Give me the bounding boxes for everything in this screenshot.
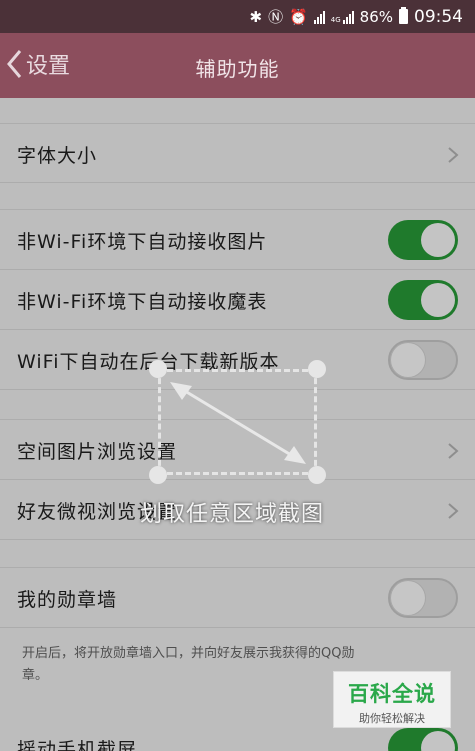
setting-row-font-size[interactable]: 字体大小 (0, 124, 475, 183)
status-bar: ✱ Ⓝ ⏰ 4G 86% 09:54 (0, 0, 475, 33)
section-gap (0, 540, 475, 568)
auto-update-toggle[interactable] (388, 340, 458, 380)
section-gap (0, 98, 475, 124)
screenshot-hint: 划取任意区域截图 (140, 502, 325, 527)
auto-image-toggle[interactable] (388, 220, 458, 260)
chevron-right-icon (448, 147, 459, 163)
medal-wall-toggle[interactable] (388, 578, 458, 618)
page-title: 辅助功能 (195, 57, 280, 81)
medal-wall-note: 开启后，将开放勋章墙入口，并向好友展示我获得的QQ勋章。 (22, 646, 355, 683)
clock: 09:54 (414, 6, 463, 27)
battery-percent: 86% (359, 7, 393, 26)
alarm-icon: ⏰ (289, 7, 308, 26)
setting-row-medal-wall: 我的勋章墙 (0, 568, 475, 628)
diagonal-arrow-icon (170, 382, 306, 464)
watermark-title: 百科全说 (348, 682, 436, 706)
setting-row-auto-magic-face: 非Wi-Fi环境下自动接收魔表 (0, 270, 475, 330)
signal-4g-icon: 4G (331, 10, 354, 24)
setting-label: 摇动手机截屏 (17, 739, 138, 751)
watermark-subtitle: 助你轻松解决 (359, 712, 425, 725)
network-type-label: 4G (330, 15, 341, 24)
setting-label: 我的勋章墙 (17, 589, 118, 611)
resize-handle-bottom-left[interactable] (149, 466, 167, 484)
setting-row-auto-image: 非Wi-Fi环境下自动接收图片 (0, 210, 475, 270)
chevron-right-icon (448, 503, 459, 519)
watermark-logo: 百科全说 助你轻松解决 (333, 671, 451, 728)
resize-handle-bottom-right[interactable] (308, 466, 326, 484)
toggle-knob (421, 283, 455, 317)
setting-label: 空间图片浏览设置 (17, 441, 178, 463)
setting-label: 非Wi-Fi环境下自动接收图片 (17, 231, 268, 253)
status-icons: ✱ Ⓝ ⏰ 4G 86% 09:54 (249, 6, 463, 27)
auto-magic-face-toggle[interactable] (388, 280, 458, 320)
toggle-knob (391, 581, 425, 615)
title-bar: 设置 辅助功能 (0, 33, 475, 98)
toggle-knob (391, 343, 425, 377)
signal-icon (313, 10, 325, 24)
toggle-knob (421, 223, 455, 257)
setting-label: 字体大小 (17, 145, 98, 167)
setting-label: 非Wi-Fi环境下自动接收魔表 (17, 291, 268, 313)
nfc-icon: Ⓝ (268, 8, 284, 26)
bluetooth-icon: ✱ (249, 7, 263, 26)
resize-handle-top-left[interactable] (149, 360, 167, 378)
section-gap (0, 183, 475, 210)
toggle-knob (421, 731, 455, 751)
battery-icon (399, 7, 408, 24)
chevron-right-icon (448, 443, 459, 459)
shake-screenshot-toggle[interactable] (388, 728, 458, 751)
resize-handle-top-right[interactable] (308, 360, 326, 378)
